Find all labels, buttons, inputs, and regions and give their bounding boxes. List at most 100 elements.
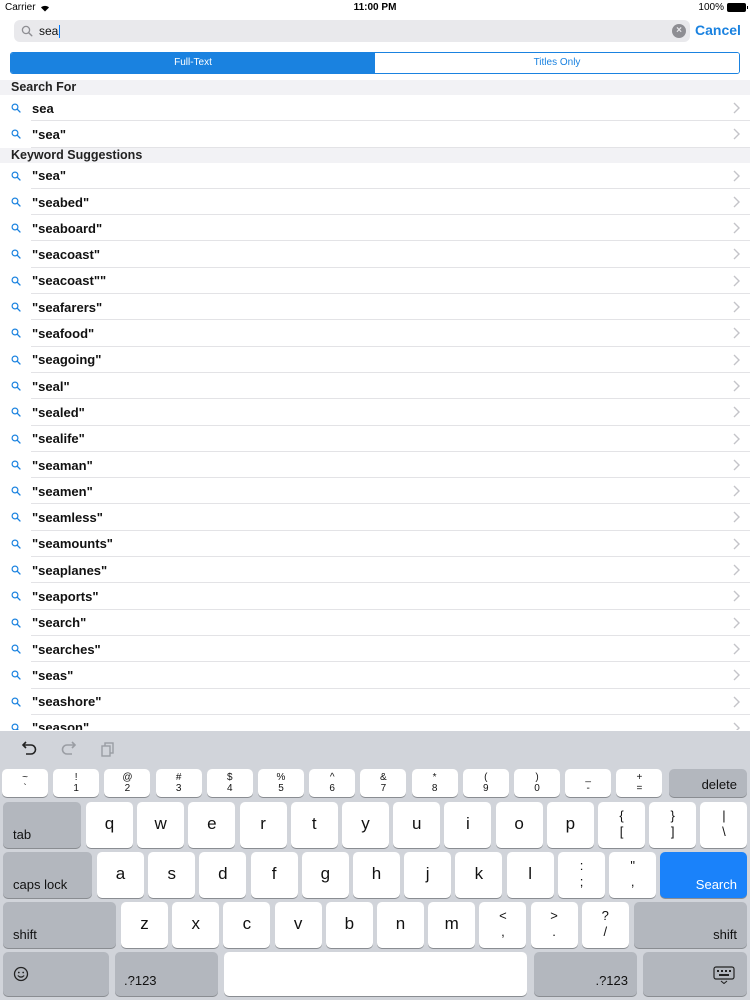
list-item[interactable]: "seal" — [0, 372, 750, 400]
key-0[interactable]: ) 0 — [514, 769, 560, 797]
segment-titles-only[interactable]: Titles Only — [375, 53, 739, 73]
key-y[interactable]: y — [342, 802, 389, 848]
key-x60[interactable]: ~ ` — [2, 769, 48, 797]
key-x5b[interactable]: {[ — [598, 802, 645, 848]
delete-key[interactable]: delete — [669, 769, 747, 797]
key-5[interactable]: % 5 — [258, 769, 304, 797]
key-x3b[interactable]: :; — [558, 852, 605, 898]
key-n[interactable]: n — [377, 902, 424, 948]
cancel-button[interactable]: Cancel — [695, 22, 741, 38]
key-8[interactable]: * 8 — [411, 769, 458, 797]
list-item[interactable]: sea — [0, 95, 750, 122]
key-x2c[interactable]: ", — [609, 852, 657, 898]
list-item[interactable]: "seafood" — [0, 320, 750, 347]
key-k[interactable]: k — [455, 852, 503, 898]
key-z[interactable]: z — [121, 902, 168, 948]
dismiss-keyboard-key[interactable] — [643, 952, 747, 996]
key-label: . — [552, 924, 556, 939]
key-s[interactable]: s — [148, 852, 196, 898]
list-item[interactable]: "seabed" — [0, 188, 750, 216]
key-r[interactable]: r — [239, 802, 287, 848]
paste-icon[interactable] — [99, 741, 117, 757]
list-item[interactable]: "seaboard" — [0, 215, 750, 242]
list-item[interactable]: "seaports" — [0, 583, 750, 610]
key-x2f[interactable]: ? / — [581, 902, 629, 948]
key-x2d[interactable]: _ - — [565, 769, 612, 797]
key-q[interactable]: q — [86, 802, 133, 848]
list-item[interactable]: "seas" — [0, 662, 750, 689]
key-shift-label: " — [630, 858, 635, 873]
list-item[interactable]: "seamless" — [0, 504, 750, 532]
key-6[interactable]: ^ 6 — [309, 769, 356, 797]
key-x2c[interactable]: <, — [479, 902, 527, 948]
shift-right-key[interactable]: shift — [634, 902, 747, 948]
key-b[interactable]: b — [325, 902, 373, 948]
tab-key[interactable]: tab — [3, 802, 81, 848]
key-2[interactable]: @2 — [104, 769, 151, 797]
key-m[interactable]: m — [428, 902, 476, 948]
list-item[interactable]: "season" — [0, 714, 750, 730]
key-i[interactable]: i — [444, 802, 492, 848]
key-j[interactable]: j — [404, 852, 452, 898]
space-key[interactable] — [224, 952, 527, 996]
search-icon — [11, 723, 20, 730]
list-item[interactable]: "seaplanes" — [0, 557, 750, 584]
list-item[interactable]: "searches" — [0, 635, 750, 663]
key-d[interactable]: d — [199, 852, 247, 898]
key-u[interactable]: u — [393, 802, 441, 848]
list-item[interactable]: "seashore" — [0, 688, 750, 716]
key-9[interactable]: (9 — [462, 769, 509, 797]
key-a[interactable]: a — [97, 852, 144, 898]
battery-icon — [727, 3, 748, 12]
search-input[interactable]: sea × — [14, 20, 690, 42]
key-x2e[interactable]: >. — [530, 902, 578, 948]
list-item[interactable]: "seacoast" — [0, 241, 750, 269]
list-item[interactable]: "sealed" — [0, 399, 750, 426]
key-f[interactable]: f — [250, 852, 298, 898]
key-l[interactable]: l — [506, 852, 554, 898]
key-o[interactable]: o — [495, 802, 543, 848]
key-x5c[interactable]: | \ — [700, 802, 748, 848]
segment-full-text[interactable]: Full-Text — [11, 53, 375, 73]
key-t[interactable]: t — [290, 802, 338, 848]
key-v[interactable]: v — [274, 902, 322, 948]
list-item[interactable]: "seacoast"" — [0, 267, 750, 295]
list-item[interactable]: "seaman" — [0, 451, 750, 479]
key-shift-label: _ — [585, 772, 591, 783]
key-c[interactable]: c — [223, 902, 271, 948]
key-e[interactable]: e — [188, 802, 236, 848]
list-item[interactable]: "sea" — [0, 121, 750, 148]
key-x3d[interactable]: + = — [616, 769, 663, 797]
key-w[interactable]: w — [137, 802, 185, 848]
list-item[interactable]: "sea" — [0, 162, 750, 190]
list-item[interactable]: "seagoing" — [0, 346, 750, 374]
numbers-key-left[interactable]: .?123 — [115, 952, 218, 996]
undo-icon[interactable] — [20, 741, 38, 757]
key-1[interactable]: ! 1 — [53, 769, 100, 797]
shift-left-key[interactable]: shift — [3, 902, 116, 948]
key-x5d[interactable]: }] — [649, 802, 697, 848]
chevron-right-icon — [733, 196, 740, 208]
shift-label: shift — [713, 927, 737, 942]
key-3[interactable]: #3 — [155, 769, 202, 797]
search-key[interactable]: Search — [660, 852, 747, 898]
key-4[interactable]: $4 — [206, 769, 253, 797]
list-item[interactable]: "sealife" — [0, 425, 750, 453]
numbers-key-right[interactable]: .?123 — [534, 952, 637, 996]
clear-icon[interactable]: × — [672, 24, 686, 38]
key-label: 3 — [175, 783, 182, 794]
emoji-key[interactable] — [3, 952, 109, 996]
redo-icon[interactable] — [60, 741, 78, 757]
list-item[interactable]: "seafarers" — [0, 294, 750, 321]
caps-lock-key[interactable]: caps lock — [3, 852, 92, 898]
numbers-key-label: .?123 — [124, 973, 157, 988]
list-item[interactable]: "search" — [0, 609, 750, 637]
list-item[interactable]: "seamen" — [0, 478, 750, 505]
search-icon — [11, 565, 21, 575]
key-x[interactable]: x — [172, 902, 220, 948]
key-7[interactable]: & 7 — [360, 769, 407, 797]
key-p[interactable]: p — [546, 802, 594, 848]
list-item[interactable]: "seamounts" — [0, 530, 750, 558]
key-g[interactable]: g — [301, 852, 349, 898]
key-h[interactable]: h — [353, 852, 400, 898]
